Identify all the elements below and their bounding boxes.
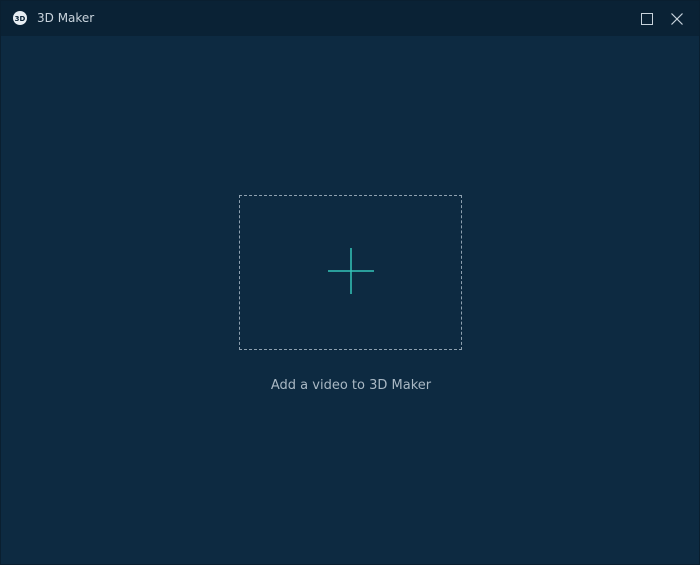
close-icon: [671, 13, 683, 25]
add-video-hint: Add a video to 3D Maker: [270, 378, 432, 393]
plus-icon: [328, 248, 374, 294]
app-window: 3D 3D Maker Add a video to 3D Maker: [0, 0, 700, 565]
window-title: 3D Maker: [37, 11, 95, 25]
3d-badge-icon: 3D: [13, 11, 27, 25]
title-bar[interactable]: 3D 3D Maker: [1, 1, 699, 36]
add-video-dropzone[interactable]: [239, 195, 462, 350]
svg-text:3D: 3D: [15, 15, 26, 23]
close-button[interactable]: [667, 9, 687, 29]
maximize-button[interactable]: [637, 9, 657, 29]
maximize-icon: [641, 13, 653, 25]
